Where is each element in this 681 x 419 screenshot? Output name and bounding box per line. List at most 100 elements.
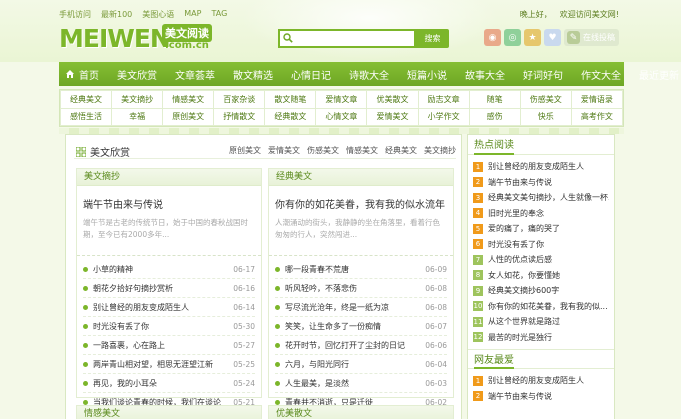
nav-item-sentences[interactable]: 好词好句 bbox=[514, 67, 572, 82]
feature-title[interactable]: 端午节由来与传说 bbox=[83, 196, 255, 211]
nav-item-essays[interactable]: 作文大全 bbox=[572, 67, 630, 82]
tag-link[interactable]: 美文摘抄 bbox=[111, 90, 164, 109]
list-item[interactable]: 时光没有丢了你 05-30 bbox=[83, 317, 255, 336]
tag-link[interactable]: 随笔 bbox=[468, 90, 521, 109]
column-title-emotion[interactable]: 情感美文 bbox=[76, 405, 262, 419]
nav-item-recent[interactable]: 最近更新 bbox=[630, 67, 681, 82]
list-item-title[interactable]: 朝花夕拾好句摘抄赏析 bbox=[93, 283, 229, 294]
list-item-title[interactable]: 笑笑，让生命多了一份痴情 bbox=[285, 321, 421, 332]
list-item-title[interactable]: 时光没有丢了你 bbox=[93, 321, 229, 332]
list-item[interactable]: 一路喜裹，心在路上 05-27 bbox=[83, 336, 255, 355]
top-link-pictures[interactable]: 美图心语 bbox=[142, 9, 174, 20]
hot-item[interactable]: 1 别让曾经的朋友变成陌生人 bbox=[473, 159, 609, 175]
tag-link[interactable]: 小学作文 bbox=[417, 107, 470, 126]
search-input[interactable] bbox=[296, 32, 414, 46]
category-link[interactable]: 经典美文 bbox=[385, 145, 417, 156]
hot-item-title[interactable]: 端午节由来与传说 bbox=[488, 177, 552, 188]
list-item[interactable]: 两岸青山相对望，相思无涯望江新 05-25 bbox=[83, 355, 255, 374]
weibo-icon[interactable]: ◉ bbox=[484, 29, 501, 46]
list-item[interactable]: 小草的精神 06-17 bbox=[83, 260, 255, 279]
tag-link[interactable]: 感伤 bbox=[468, 107, 521, 126]
category-link[interactable]: 情感美文 bbox=[346, 145, 378, 156]
list-item-title[interactable]: 两岸青山相对望，相思无涯望江新 bbox=[93, 359, 229, 370]
hot-item[interactable]: 10 你有你的如花美眷，我有我的似... bbox=[473, 299, 609, 315]
hot-item-title[interactable]: 旧时光里的奉念 bbox=[488, 208, 544, 219]
tag-link[interactable]: 抒情散文 bbox=[213, 107, 266, 126]
hot-item[interactable]: 12 最苦的时光是独行 bbox=[473, 330, 609, 346]
list-item-title[interactable]: 人生最美，是淡然 bbox=[285, 378, 421, 389]
nav-item-story[interactable]: 故事大全 bbox=[456, 67, 514, 82]
tag-link[interactable]: 伤感美文 bbox=[519, 90, 572, 109]
top-link-tag[interactable]: TAG bbox=[211, 9, 227, 20]
nav-item-diary[interactable]: 心情日记 bbox=[282, 67, 340, 82]
hot-item-title[interactable]: 最苦的时光是独行 bbox=[488, 332, 552, 343]
nav-item-prose[interactable]: 散文精选 bbox=[224, 67, 282, 82]
tag-link[interactable]: 原创美文 bbox=[162, 107, 215, 126]
submit-article-button[interactable]: ✎ 在线投稿 bbox=[564, 29, 619, 46]
top-link-mobile[interactable]: 手机访问 bbox=[59, 9, 91, 20]
hot-item-title[interactable]: 你有你的如花美眷，我有我的似... bbox=[488, 301, 608, 312]
list-item[interactable]: 听风轻吟，不落悲伤 06-08 bbox=[275, 279, 447, 298]
tag-link[interactable]: 快乐 bbox=[519, 107, 572, 126]
list-item[interactable]: 人生最美，是淡然 06-03 bbox=[275, 374, 447, 393]
tag-link[interactable]: 爱情美文 bbox=[366, 107, 419, 126]
tag-link[interactable]: 励志文章 bbox=[417, 90, 470, 109]
hot-item-title[interactable]: 时光没有丢了你 bbox=[488, 239, 544, 250]
nav-item-articles[interactable]: 文章荟萃 bbox=[166, 67, 224, 82]
hot-item[interactable]: 7 人性的优点读后感 bbox=[473, 252, 609, 268]
latest-item[interactable]: 1 别让曾经的朋友变成陌生人 bbox=[473, 373, 609, 389]
wechat-icon[interactable]: ◎ bbox=[504, 29, 521, 46]
tag-link[interactable]: 百家杂谈 bbox=[213, 90, 266, 109]
tag-link[interactable]: 爱情语录 bbox=[570, 90, 624, 109]
hot-item[interactable]: 2 端午节由来与传说 bbox=[473, 175, 609, 191]
top-link-latest[interactable]: 最新100 bbox=[101, 9, 132, 20]
list-item-title[interactable]: 哪一段青春不荒唐 bbox=[285, 264, 421, 275]
list-item[interactable]: 六月，与阳光同行 06-04 bbox=[275, 355, 447, 374]
list-item-title[interactable]: 写尽流光沧年，终是一纸为凉 bbox=[285, 302, 421, 313]
hot-item[interactable]: 9 经典美文摘抄600字 bbox=[473, 283, 609, 299]
category-link[interactable]: 美文摘抄 bbox=[424, 145, 456, 156]
list-item[interactable]: 笑笑，让生命多了一份痴情 06-07 bbox=[275, 317, 447, 336]
column-title[interactable]: 经典美文 bbox=[269, 169, 453, 186]
hot-item[interactable]: 8 女人如花，你要懂她 bbox=[473, 268, 609, 284]
tag-link[interactable]: 高考作文 bbox=[570, 107, 624, 126]
nav-item-novel[interactable]: 短篇小说 bbox=[398, 67, 456, 82]
search-button[interactable]: 搜索 bbox=[416, 29, 449, 48]
hot-item-title[interactable]: 经典美文美句摘抄，人生就像一杯... bbox=[488, 192, 609, 203]
list-item[interactable]: 别让曾经的朋友变成陌生人 06-14 bbox=[83, 298, 255, 317]
hot-item-title[interactable]: 从这个世界就是路过 bbox=[488, 316, 560, 327]
nav-home[interactable]: 首页 bbox=[59, 67, 108, 82]
star-icon[interactable]: ★ bbox=[524, 29, 541, 46]
tag-link[interactable]: 散文随笔 bbox=[264, 90, 317, 109]
list-item[interactable]: 再见，我的小耳朵 05-24 bbox=[83, 374, 255, 393]
list-item[interactable]: 写尽流光沧年，终是一纸为凉 06-08 bbox=[275, 298, 447, 317]
category-link[interactable]: 原创美文 bbox=[229, 145, 261, 156]
tag-link[interactable]: 经典美文 bbox=[59, 90, 113, 109]
category-link[interactable]: 爱情美文 bbox=[268, 145, 300, 156]
tag-link[interactable]: 情感美文 bbox=[162, 90, 215, 109]
hot-item[interactable]: 3 经典美文美句摘抄，人生就像一杯... bbox=[473, 190, 609, 206]
hot-item[interactable]: 11 从这个世界就是路过 bbox=[473, 314, 609, 330]
list-item-title[interactable]: 花开时节，回忆打开了尘封的日记 bbox=[285, 340, 421, 351]
top-link-map[interactable]: MAP bbox=[184, 9, 201, 20]
column-title[interactable]: 美文摘抄 bbox=[77, 169, 261, 186]
hot-item-title[interactable]: 经典美文摘抄600字 bbox=[488, 285, 559, 296]
feature-title[interactable]: 你有你的如花美眷，我有我的似水流年 bbox=[275, 196, 447, 211]
tag-link[interactable]: 幸福 bbox=[111, 107, 164, 126]
hot-item[interactable]: 6 时光没有丢了你 bbox=[473, 237, 609, 253]
hot-item-title[interactable]: 爱的痛了，痛的哭了 bbox=[488, 223, 560, 234]
latest-item[interactable]: 2 端午节由来与传说 bbox=[473, 389, 609, 405]
latest-item-title[interactable]: 别让曾经的朋友变成陌生人 bbox=[488, 375, 584, 386]
tag-link[interactable]: 心情文章 bbox=[315, 107, 368, 126]
hot-item-title[interactable]: 别让曾经的朋友变成陌生人 bbox=[488, 161, 584, 172]
hot-item[interactable]: 5 爱的痛了，痛的哭了 bbox=[473, 221, 609, 237]
tag-link[interactable]: 经典散文 bbox=[264, 107, 317, 126]
list-item-title[interactable]: 一路喜裹，心在路上 bbox=[93, 340, 229, 351]
list-item-title[interactable]: 听风轻吟，不落悲伤 bbox=[285, 283, 421, 294]
tag-link[interactable]: 感悟生活 bbox=[59, 107, 113, 126]
tag-link[interactable]: 爱情文章 bbox=[315, 90, 368, 109]
like-icon[interactable]: ♥ bbox=[544, 29, 561, 46]
list-item-title[interactable]: 六月，与阳光同行 bbox=[285, 359, 421, 370]
hot-item-title[interactable]: 女人如花，你要懂她 bbox=[488, 270, 560, 281]
latest-item-title[interactable]: 端午节由来与传说 bbox=[488, 391, 552, 402]
